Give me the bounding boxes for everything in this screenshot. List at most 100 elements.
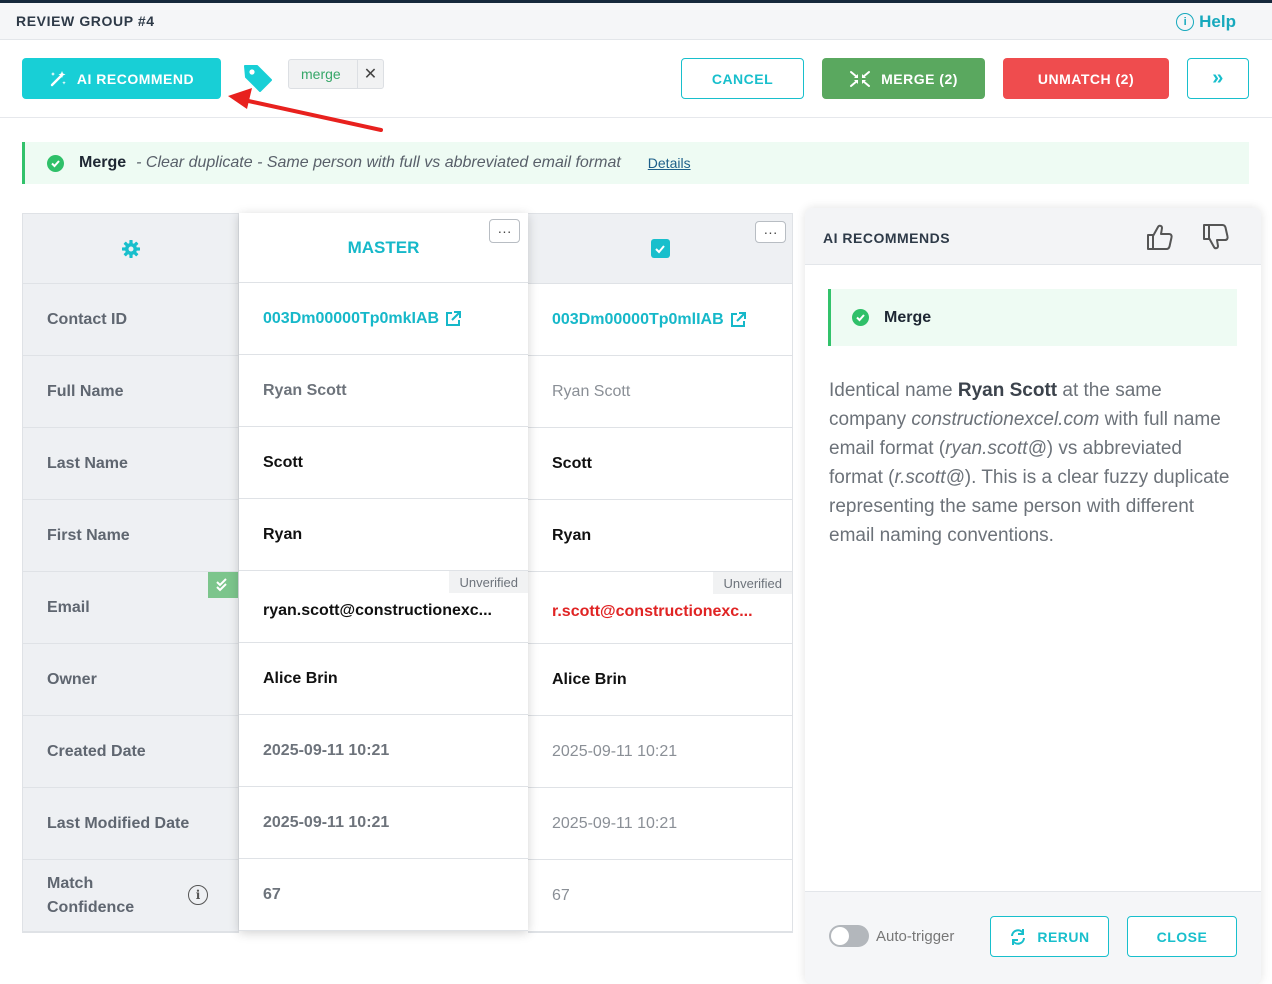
field-label-column: Contact ID Full Name Last Name First Nam… bbox=[22, 213, 239, 933]
explanation-email-short: r.scott@ bbox=[894, 467, 965, 488]
help-link[interactable]: i Help bbox=[1176, 12, 1236, 32]
master-menu-button[interactable]: ··· bbox=[489, 219, 520, 243]
toggle-knob bbox=[831, 927, 849, 945]
field-label-contact-id: Contact ID bbox=[23, 284, 238, 356]
duplicate-contact-id-cell: 003Dm00000Tp0mlIAB bbox=[528, 284, 792, 356]
duplicate-email: r.scott@constructionexc... bbox=[552, 602, 753, 620]
duplicate-header-cell: ··· bbox=[528, 214, 792, 284]
field-label-match-confidence-cell: Match Confidence i bbox=[23, 860, 238, 932]
explanation-email-full: ryan.scott@ bbox=[945, 438, 1047, 459]
details-link[interactable]: Details bbox=[648, 155, 691, 171]
tag-icon[interactable] bbox=[242, 62, 274, 94]
field-label-created-date: Created Date bbox=[23, 716, 238, 788]
auto-trigger-label: Auto-trigger bbox=[876, 928, 955, 945]
master-email-cell: Unverified ryan.scott@constructionexc... bbox=[239, 571, 528, 643]
master-created-date: 2025-09-11 10:21 bbox=[239, 715, 528, 787]
settings-header-cell bbox=[23, 214, 238, 284]
panel-title: AI RECOMMENDS bbox=[823, 230, 951, 246]
auto-trigger-toggle[interactable] bbox=[829, 925, 869, 947]
rerun-button[interactable]: RERUN bbox=[990, 916, 1109, 957]
ai-recommend-button[interactable]: AI RECOMMEND bbox=[22, 58, 221, 99]
duplicate-first-name: Ryan bbox=[528, 500, 792, 572]
info-icon: i bbox=[1176, 13, 1195, 31]
banner-title: Merge bbox=[79, 154, 127, 171]
magic-wand-icon bbox=[50, 70, 66, 86]
duplicate-email-cell: Unverified r.scott@constructionexc... bbox=[528, 572, 792, 644]
merge-button[interactable]: MERGE (2) bbox=[822, 58, 985, 99]
rerun-label: RERUN bbox=[1037, 928, 1090, 945]
master-first-name: Ryan bbox=[239, 499, 528, 571]
double-chevron-right-icon: » bbox=[1212, 67, 1224, 89]
field-label-full-name: Full Name bbox=[23, 356, 238, 428]
cancel-button[interactable]: CANCEL bbox=[681, 58, 804, 99]
tag-chip-label: merge bbox=[301, 66, 341, 82]
master-record-column: MASTER ··· 003Dm00000Tp0mkIAB Ryan Scott… bbox=[239, 213, 528, 931]
explanation-name: Ryan Scott bbox=[957, 380, 1058, 401]
master-contact-id-link[interactable]: 003Dm00000Tp0mkIAB bbox=[263, 310, 439, 328]
master-full-name: Ryan Scott bbox=[239, 355, 528, 427]
panel-header: AI RECOMMENDS bbox=[805, 208, 1261, 265]
verified-check-icon bbox=[208, 572, 238, 598]
close-label: CLOSE bbox=[1156, 928, 1208, 945]
unverified-badge: Unverified bbox=[449, 571, 528, 593]
recommendation-explanation: Identical name Ryan Scott at the same co… bbox=[829, 376, 1239, 550]
field-label-match-confidence: Match Confidence bbox=[47, 874, 135, 916]
duplicate-contact-id-link[interactable]: 003Dm00000Tp0mlIAB bbox=[552, 311, 724, 329]
master-label: MASTER bbox=[347, 237, 420, 257]
recommendation-title: Merge bbox=[884, 308, 932, 326]
recommendation-card: Merge bbox=[828, 289, 1237, 346]
field-label-first-name: First Name bbox=[23, 500, 238, 572]
ai-recommend-label: AI RECOMMEND bbox=[76, 70, 195, 87]
explanation-company: constructionexcel.com bbox=[911, 409, 1100, 430]
duplicate-match-confidence: 67 bbox=[528, 860, 792, 932]
field-label-email-cell: Email bbox=[23, 572, 238, 644]
master-match-confidence: 67 bbox=[239, 859, 528, 931]
remove-tag-icon[interactable]: ✕ bbox=[357, 60, 383, 88]
panel-footer: Auto-trigger RERUN CLOSE bbox=[805, 891, 1261, 984]
gear-icon[interactable] bbox=[121, 239, 141, 259]
master-last-modified-date: 2025-09-11 10:21 bbox=[239, 787, 528, 859]
explanation-text-1: Identical name bbox=[829, 380, 958, 401]
field-label-last-name: Last Name bbox=[23, 428, 238, 500]
merge-arrows-icon bbox=[850, 70, 871, 87]
review-group-header: REVIEW GROUP #4 i Help bbox=[0, 3, 1272, 40]
duplicate-record-column: ··· 003Dm00000Tp0mlIAB Ryan Scott Scott … bbox=[528, 213, 793, 933]
duplicate-full-name: Ryan Scott bbox=[528, 356, 792, 428]
duplicate-last-modified-date: 2025-09-11 10:21 bbox=[528, 788, 792, 860]
merge-label: MERGE (2) bbox=[881, 70, 958, 87]
info-icon[interactable]: i bbox=[188, 885, 208, 905]
select-record-checkbox[interactable] bbox=[650, 239, 670, 258]
tag-chip-merge: merge ✕ bbox=[288, 59, 384, 89]
external-link-icon[interactable] bbox=[730, 311, 746, 328]
cancel-label: CANCEL bbox=[711, 70, 774, 87]
next-group-button[interactable]: » bbox=[1187, 58, 1249, 99]
duplicate-created-date: 2025-09-11 10:21 bbox=[528, 716, 792, 788]
banner-description: - Clear duplicate - Same person with ful… bbox=[136, 154, 621, 171]
check-circle-icon bbox=[852, 309, 869, 326]
thumbs-up-icon[interactable] bbox=[1145, 222, 1175, 252]
master-last-name: Scott bbox=[239, 427, 528, 499]
unmatch-label: UNMATCH (2) bbox=[1037, 70, 1135, 87]
duplicate-last-name: Scott bbox=[528, 428, 792, 500]
check-circle-icon bbox=[47, 154, 64, 172]
recommendation-banner: Merge - Clear duplicate - Same person wi… bbox=[22, 142, 1249, 184]
help-label: Help bbox=[1199, 12, 1236, 31]
refresh-icon bbox=[1011, 928, 1026, 945]
field-label-last-modified-date: Last Modified Date bbox=[23, 788, 238, 860]
duplicate-menu-button[interactable]: ··· bbox=[755, 221, 786, 243]
master-email: ryan.scott@constructionexc... bbox=[263, 601, 492, 619]
close-button[interactable]: CLOSE bbox=[1127, 916, 1237, 957]
unmatch-button[interactable]: UNMATCH (2) bbox=[1003, 58, 1169, 99]
page-title: REVIEW GROUP #4 bbox=[16, 13, 155, 29]
unverified-badge: Unverified bbox=[713, 572, 792, 594]
master-owner: Alice Brin bbox=[239, 643, 528, 715]
duplicate-owner: Alice Brin bbox=[528, 644, 792, 716]
thumbs-down-icon[interactable] bbox=[1201, 222, 1231, 252]
external-link-icon[interactable] bbox=[445, 310, 462, 327]
action-toolbar: AI RECOMMEND merge ✕ CANCEL MERGE (2) UN… bbox=[0, 40, 1272, 118]
master-header-cell: MASTER ··· bbox=[239, 213, 528, 283]
field-label-email: Email bbox=[47, 598, 90, 616]
ai-recommends-panel: AI RECOMMENDS Merge Identical name Ryan … bbox=[805, 208, 1261, 984]
field-label-owner: Owner bbox=[23, 644, 238, 716]
master-contact-id-cell: 003Dm00000Tp0mkIAB bbox=[239, 283, 528, 355]
